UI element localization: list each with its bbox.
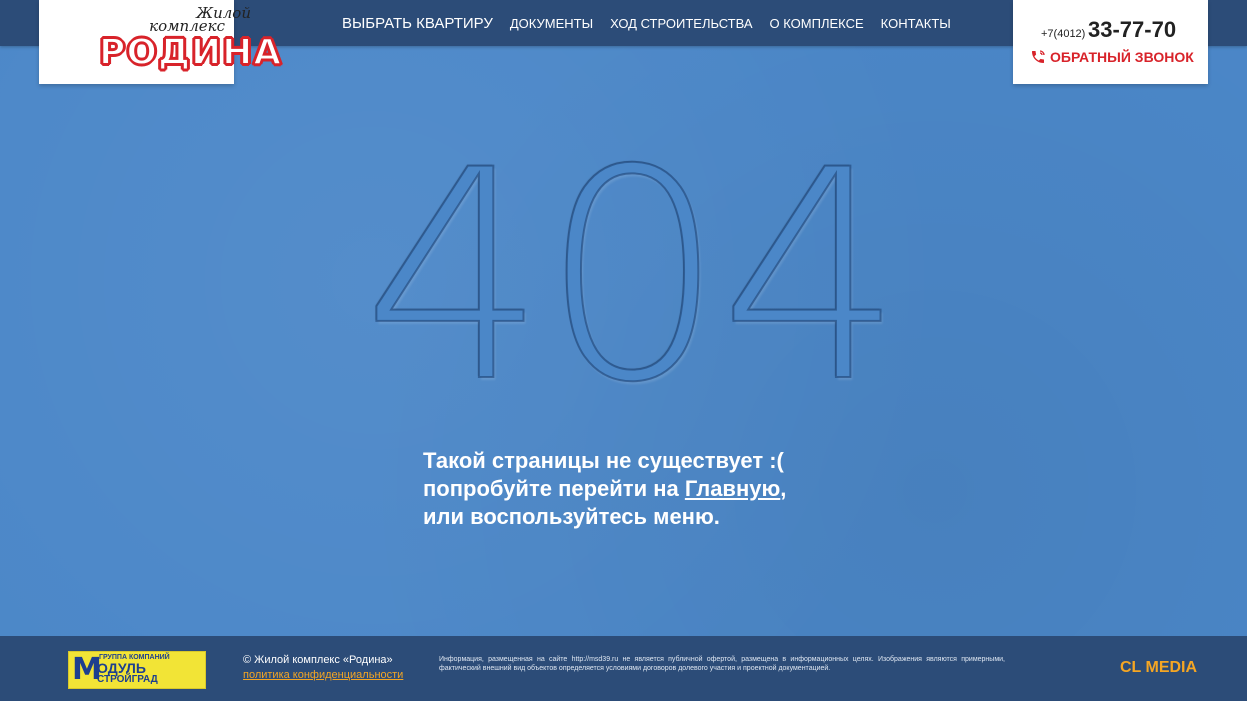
main-nav: Выбрать квартиру Документы Ход строитель… [342,0,968,46]
copyright-text: © Жилой комплекс «Родина» [243,654,393,666]
site-logo[interactable]: Жилой комплекс РОДИНА [39,0,282,84]
developer-logo[interactable]: CL MEDIA [1120,659,1197,677]
nav-item-contacts[interactable]: Контакты [881,16,951,31]
message-line1: Такой страницы не существует :( [423,448,784,473]
callback-label: ОБРАТНЫЙ ЗВОНОК [1050,49,1194,65]
error-code: 404 [361,109,905,446]
callback-button[interactable]: ОБРАТНЫЙ ЗВОНОК [1030,49,1194,65]
contact-box: +7(4012) 33-77-70 ОБРАТНЫЙ ЗВОНОК [1013,0,1208,84]
partner-logo-middle: ОДУЛЬ [97,660,146,676]
error-message: Такой страницы не существует :( попробуй… [423,447,786,531]
logo-main-text: РОДИНА [98,31,283,74]
phone-code: +7(4012) [1041,28,1086,40]
message-line2-prefix: попробуйте перейти на [423,476,685,501]
nav-item-about[interactable]: О комплексе [770,16,864,31]
nav-item-choose-apartment[interactable]: Выбрать квартиру [342,15,493,32]
partner-logo-bottom: СТРОЙГРАД [97,674,158,685]
home-link[interactable]: Главную [685,476,780,501]
partner-logo[interactable]: М ГРУППА КОМПАНИЙ ОДУЛЬ СТРОЙГРАД [68,651,206,689]
message-line3: или воспользуйтесь меню. [423,504,720,529]
disclaimer-text: Информация, размещенная на сайте http://… [439,656,1005,672]
privacy-policy-link[interactable]: политика конфиденциальности [243,669,403,681]
logo-script-text: Жилой комплекс [111,6,251,34]
message-line2: попробуйте перейти на Главную, [423,475,786,503]
phone-icon [1032,50,1045,63]
message-line2-suffix: , [780,476,787,501]
nav-item-construction[interactable]: Ход строительства [610,16,752,31]
phone-number[interactable]: 33-77-70 [1088,17,1176,43]
nav-item-documents[interactable]: Документы [510,16,593,31]
footer-bar: М ГРУППА КОМПАНИЙ ОДУЛЬ СТРОЙГРАД © Жило… [0,636,1247,701]
